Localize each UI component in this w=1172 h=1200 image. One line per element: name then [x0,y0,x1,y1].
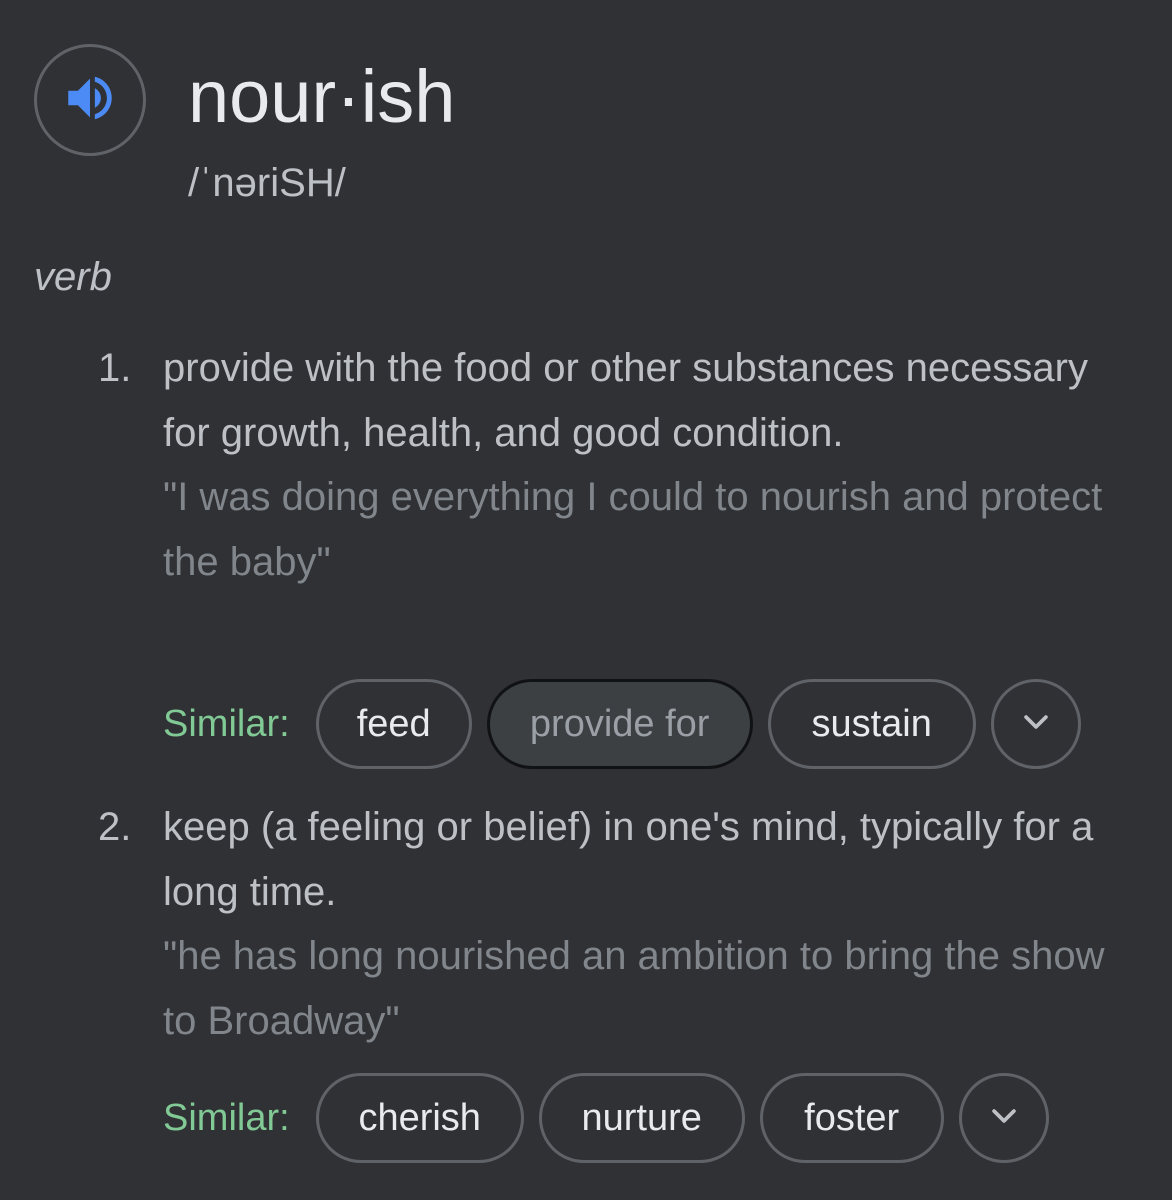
synonym-chip-feed[interactable]: feed [315,679,472,769]
speaker-button[interactable] [34,44,146,156]
synonym-chip-nurture[interactable]: nurture [538,1073,745,1163]
example-sentence: "he has long nourished an ambition to br… [163,934,1105,1043]
similar-label: Similar: [163,1096,290,1139]
chevron-down-icon [1019,705,1053,744]
sense-number: 2. [98,805,132,849]
definition: keep (a feeling or belief) in one's mind… [163,805,1094,914]
similar-row-2: Similar: cherish nurture foster [163,1073,1049,1163]
example-sentence: "I was doing everything I could to nouri… [163,475,1103,584]
part-of-speech: verb [34,255,112,299]
volume-icon [61,69,119,132]
synonym-chip-provide-for[interactable]: provide for [486,679,753,769]
headword: nour·ish [188,55,456,138]
synonym-chip-foster[interactable]: foster [759,1073,944,1163]
more-synonyms-button[interactable] [958,1073,1049,1163]
more-synonyms-button[interactable] [990,679,1081,769]
phonetic-spelling: /ˈnəriSH/ [188,161,346,205]
sense-number: 1. [98,346,132,390]
chevron-down-icon [987,1099,1021,1138]
definition: provide with the food or other substance… [163,346,1088,455]
similar-row-1: Similar: feed provide for sustain [163,679,1081,769]
synonym-chip-cherish[interactable]: cherish [315,1073,524,1163]
synonym-chip-sustain[interactable]: sustain [767,679,976,769]
similar-label: Similar: [163,702,290,745]
